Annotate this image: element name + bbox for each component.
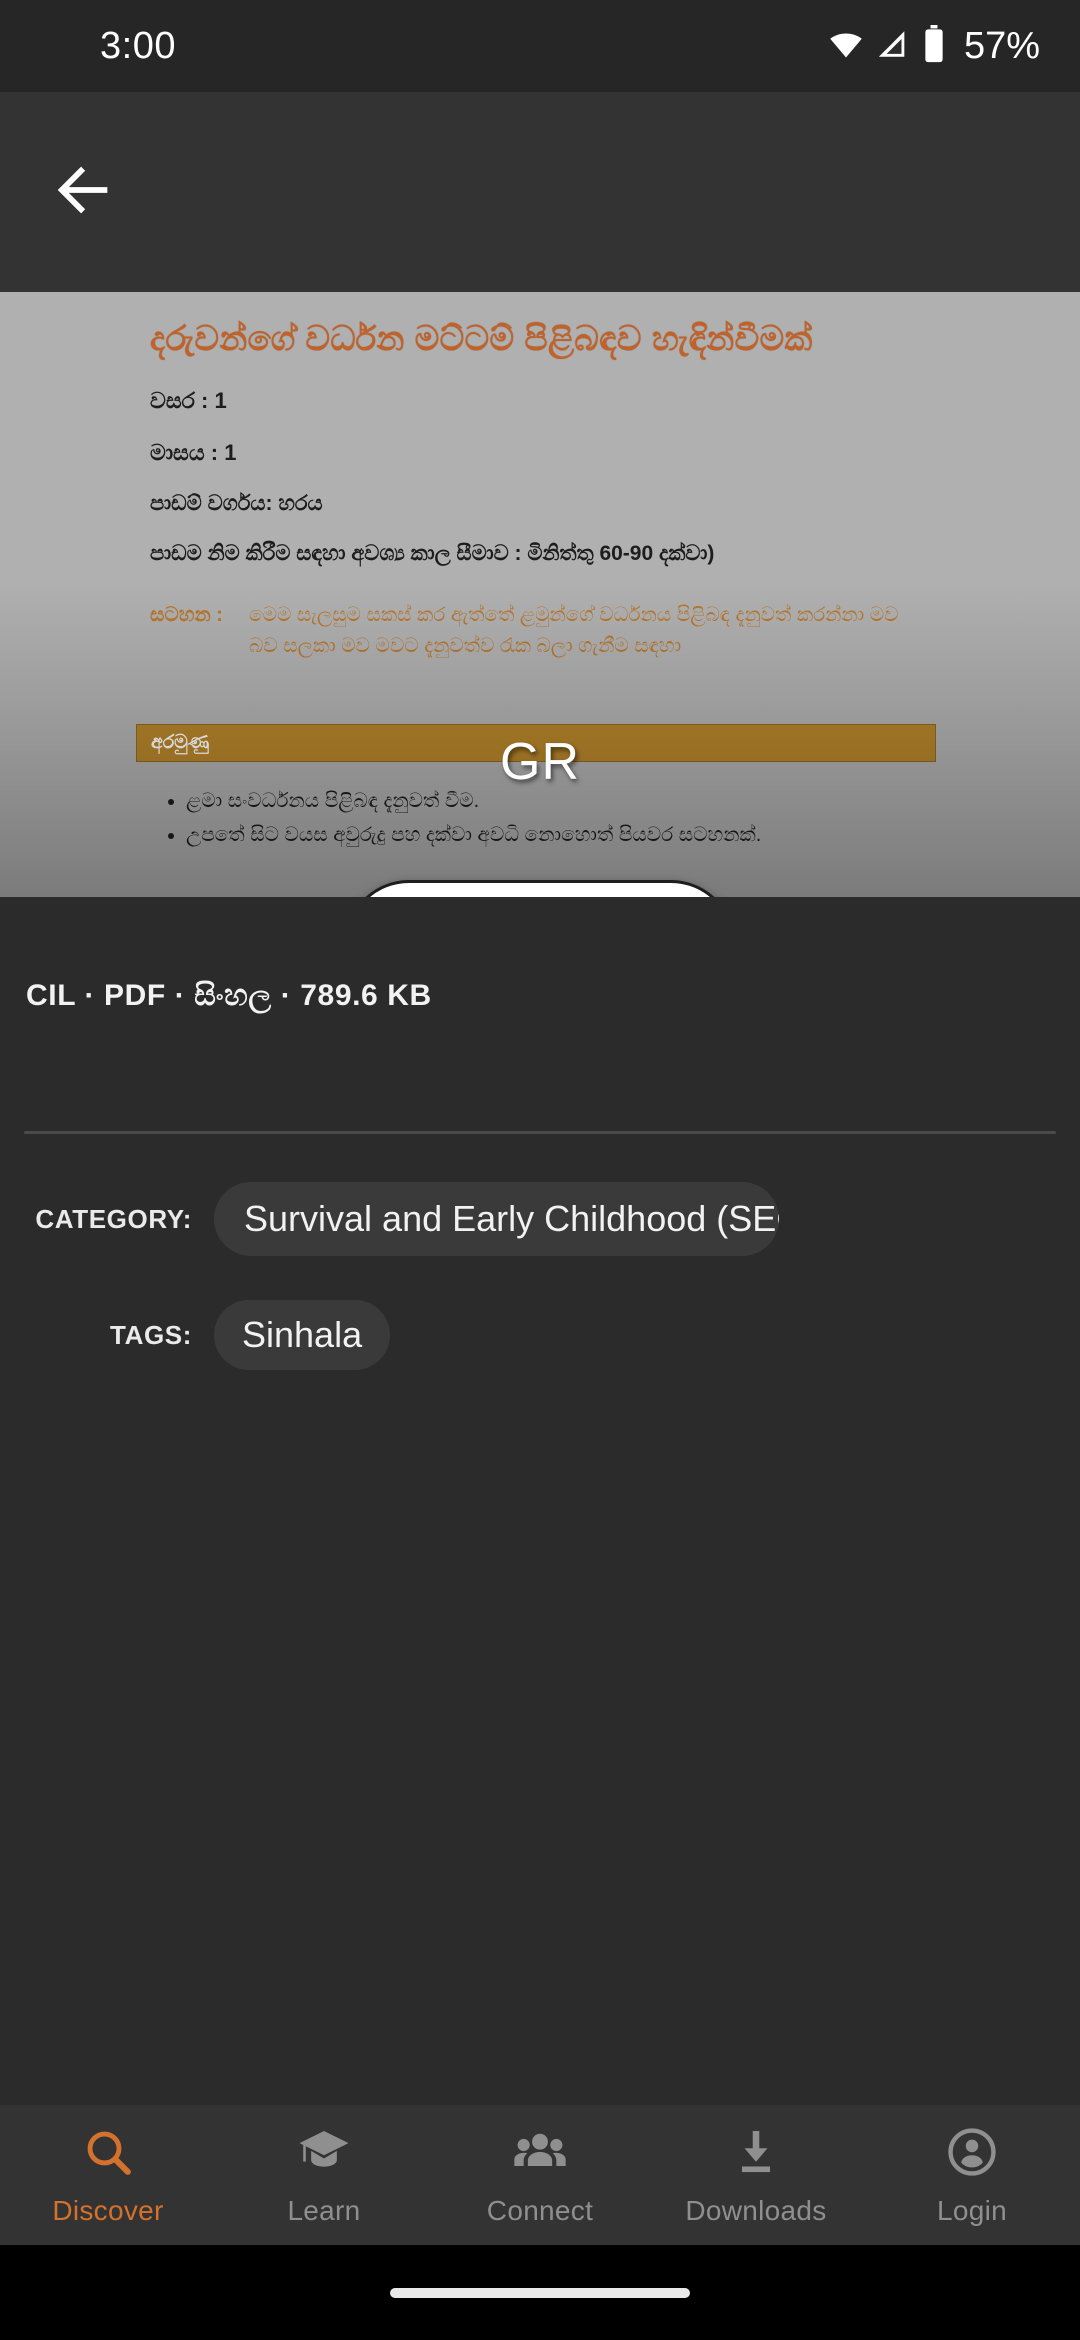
- battery-percent-label: 57%: [963, 24, 1040, 67]
- nav-label-downloads: Downloads: [685, 2194, 827, 2226]
- document-preview[interactable]: දරුවන්ගේ වර්ධන මට්ටම් පිළිබඳව හැඳින්වීමක…: [0, 292, 1080, 897]
- nav-item-downloads[interactable]: Downloads: [648, 2124, 864, 2227]
- status-time: 3:00: [100, 24, 176, 67]
- category-chip[interactable]: Survival and Early Childhood (SEC) Cur: [214, 1182, 779, 1256]
- search-icon: [80, 2124, 136, 2185]
- document-bullets: ළමා සංවර්ධනය පිළිබඳ දැනුවත් වීම. උපතේ සි…: [150, 784, 990, 852]
- nav-item-connect[interactable]: Connect: [432, 2124, 648, 2227]
- download-button[interactable]: DOWNLOAD (789.6 KB): [345, 880, 735, 897]
- section-divider: [24, 1131, 1056, 1134]
- nav-label-login: Login: [936, 2194, 1007, 2226]
- nav-item-discover[interactable]: Discover: [0, 2124, 216, 2227]
- nav-item-learn[interactable]: Learn: [216, 2124, 432, 2227]
- document-line-duration: පාඩම නිම කිරීම සඳහා අවශ්‍ය කාල සීමාව : ම…: [150, 541, 715, 565]
- document-note: සටහන : මෙම සැලසුම සකස් කර ඇත්තේ ළමුන්ගේ …: [150, 600, 930, 662]
- nav-label-connect: Connect: [486, 2194, 594, 2226]
- home-gesture-pill[interactable]: [390, 2287, 690, 2298]
- tags-label: TAGS:: [110, 1319, 192, 1350]
- wifi-icon: [828, 26, 864, 67]
- download-arrow-icon: [728, 2124, 784, 2185]
- list-item: උපතේ සිට වයස අවුරුදු පහ දක්වා අවධි නොහොත…: [186, 818, 990, 852]
- watermark-label: GR: [500, 733, 580, 791]
- document-line-year: වසර : 1: [150, 387, 227, 413]
- category-row: CATEGORY: Survival and Early Childhood (…: [0, 1182, 1080, 1256]
- app-screen: 3:00 57% දරුවන්ගේ වර්ධන මට්ටම් පිළිබඳව හ…: [0, 0, 1080, 2340]
- bottom-navigation-bar: Discover Learn Connect Downloads Login: [0, 2105, 1080, 2245]
- document-note-text: මෙම සැලසුම සකස් කර ඇත්තේ ළමුන්ගේ වර්ධනය …: [248, 603, 899, 657]
- account-circle-icon: [944, 2124, 1000, 2185]
- cellular-signal-icon: [876, 27, 910, 66]
- document-line-type: පාඩම් වර්ගය: හරය: [150, 491, 323, 515]
- document-note-label: සටහන :: [150, 603, 223, 626]
- system-gesture-area: [0, 2245, 1080, 2340]
- back-arrow-icon: [49, 155, 119, 230]
- details-panel: CIL · PDF · සිංහල · 789.6 KB CATEGORY: S…: [0, 897, 1080, 2142]
- people-group-icon: [512, 2124, 568, 2185]
- tags-row: TAGS: Sinhala: [0, 1300, 1080, 1370]
- status-bar: 3:00 57%: [0, 0, 1080, 92]
- document-title: දරුවන්ගේ වර්ධන මට්ටම් පිළිබඳව හැඳින්වීමක…: [150, 320, 813, 358]
- file-meta-line: CIL · PDF · සිංහල · 789.6 KB: [26, 979, 432, 1012]
- battery-icon: [922, 24, 946, 68]
- category-label: CATEGORY:: [35, 1203, 192, 1234]
- nav-label-learn: Learn: [287, 2194, 361, 2226]
- status-icons: 57%: [828, 24, 1040, 68]
- nav-label-discover: Discover: [52, 2194, 164, 2226]
- app-bar: [0, 92, 1080, 292]
- document-line-month: මාසය : 1: [150, 439, 237, 465]
- graduation-cap-icon: [296, 2124, 352, 2185]
- tag-chip[interactable]: Sinhala: [214, 1300, 391, 1370]
- back-button[interactable]: [24, 132, 144, 252]
- nav-item-login[interactable]: Login: [864, 2124, 1080, 2227]
